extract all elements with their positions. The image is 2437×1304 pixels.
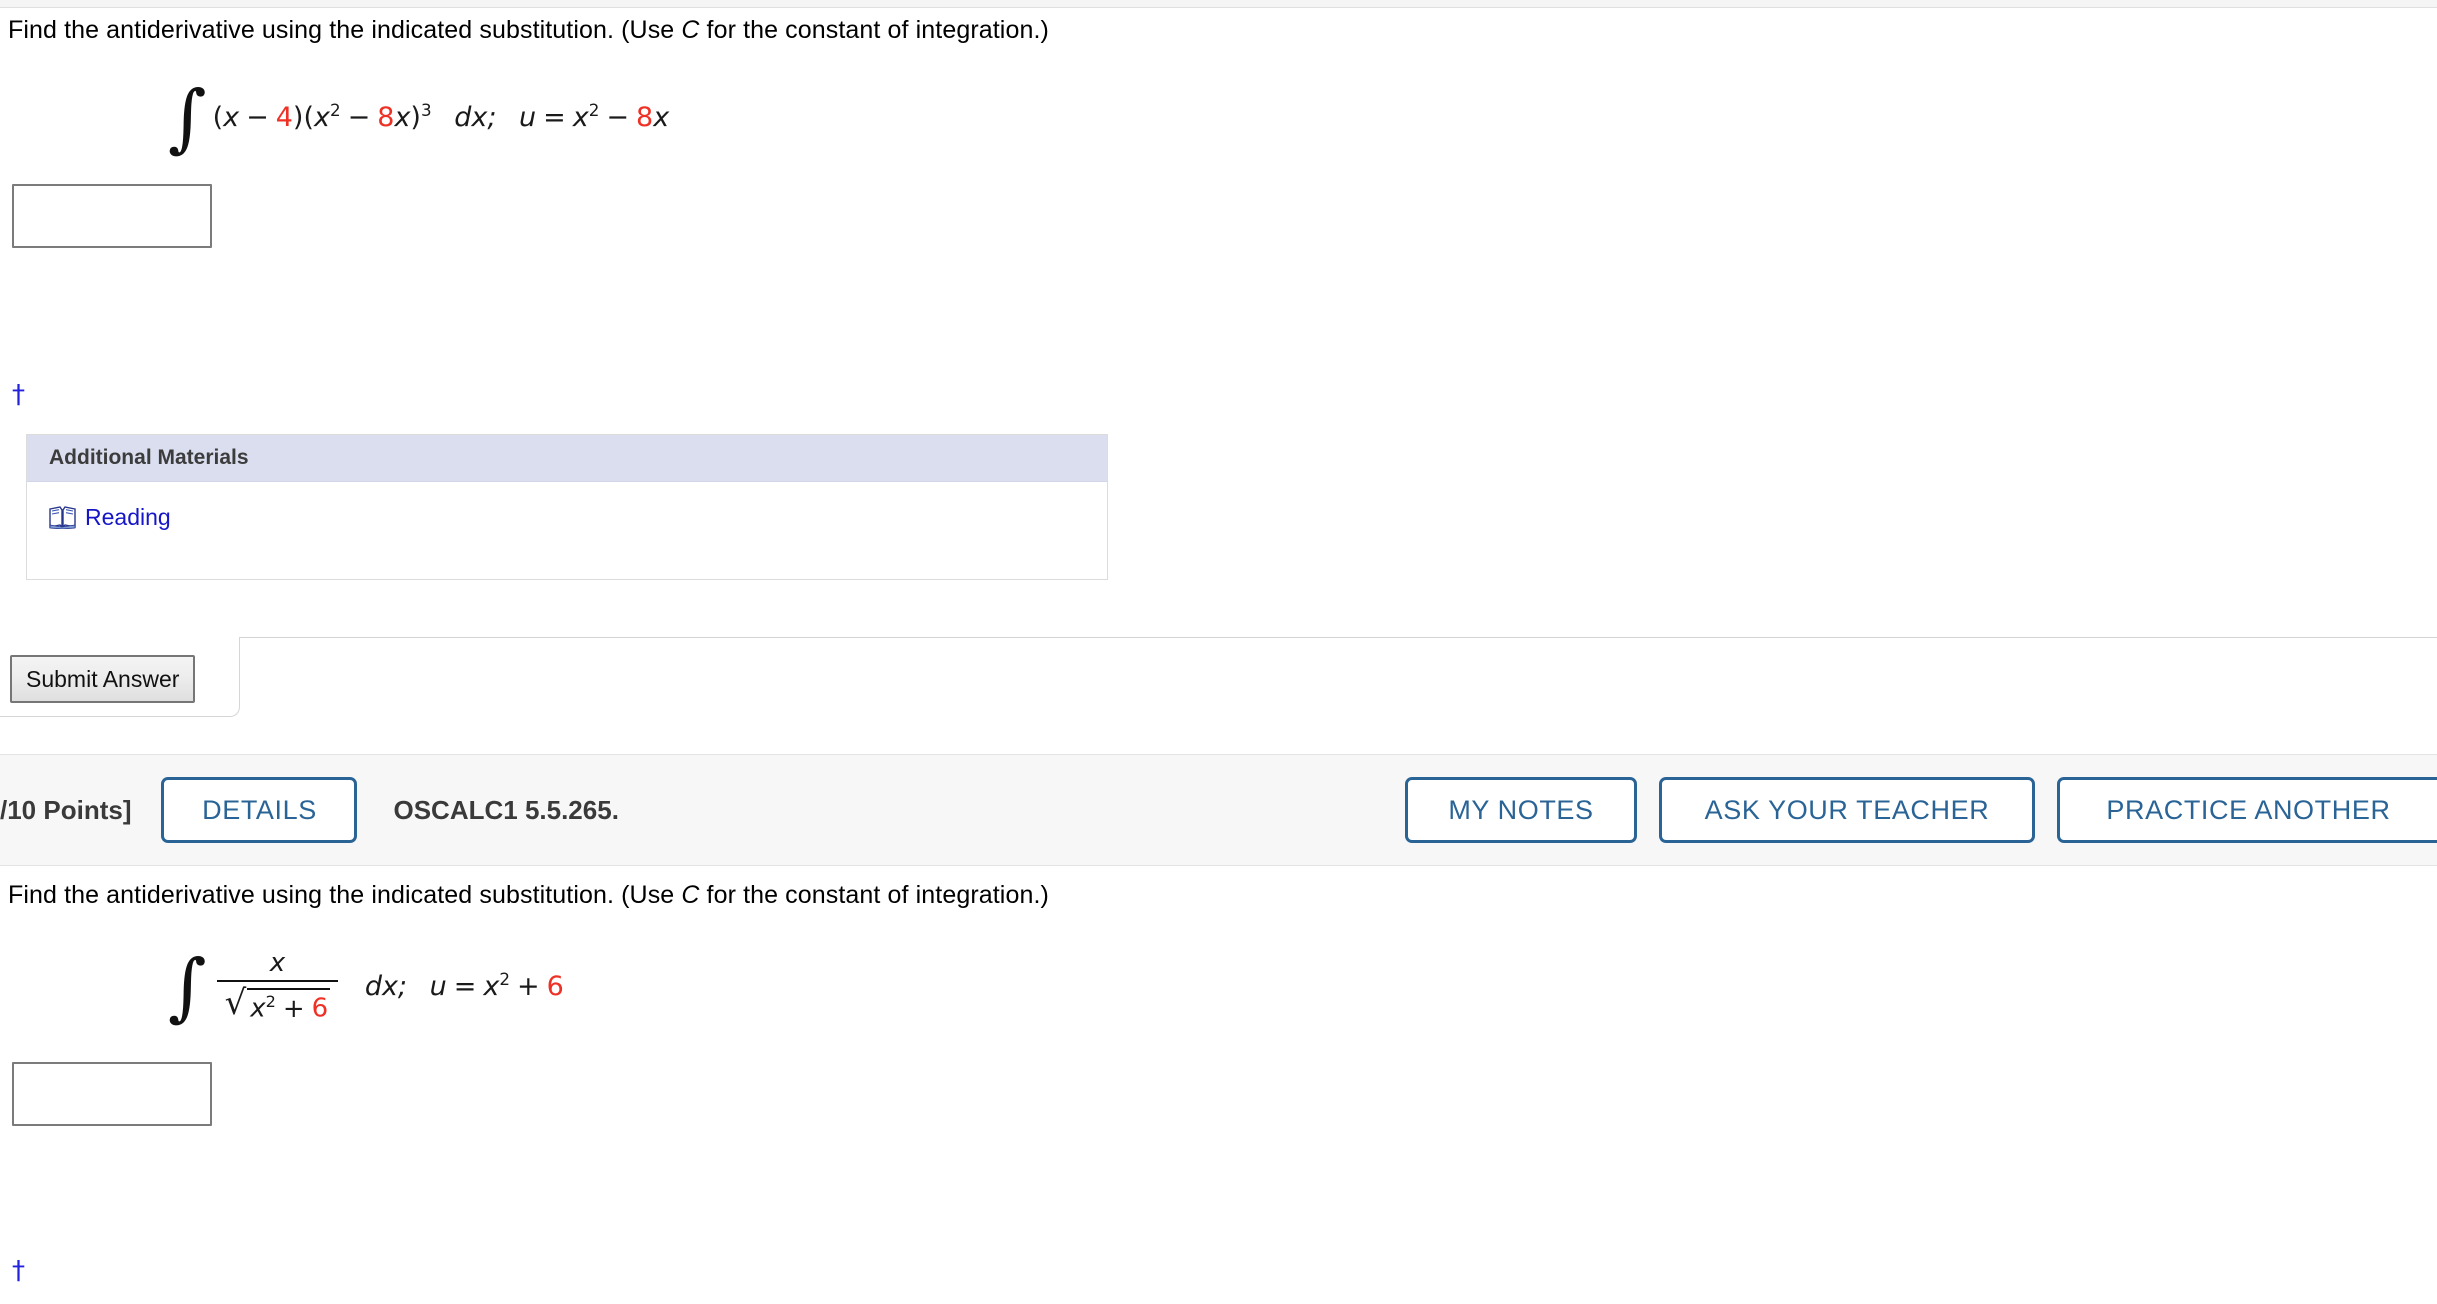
integral-sign-icon-2: ∫ [168, 944, 207, 1031]
practice-another-button[interactable]: PRACTICE ANOTHER [2057, 777, 2437, 843]
fraction-denominator: √ x2 +6 [217, 982, 339, 1024]
equals-op: = [543, 102, 566, 134]
square-root-group: √ x2 +6 [225, 985, 331, 1024]
paren-open: ( [212, 102, 224, 134]
integral-sign-icon: ∫ [168, 75, 207, 161]
u-exponent-2: 2 [499, 969, 511, 990]
coefficient-4: 4 [275, 102, 293, 134]
spacer-3 [342, 971, 365, 1002]
question1-prompt-text-a: Find the antiderivative using the indica… [8, 16, 682, 44]
reading-link-label: Reading [85, 504, 171, 530]
dx-label-2: dx; [364, 971, 408, 1003]
book-icon [49, 506, 76, 529]
question2-header-band: /10 Points] DETAILS OSCALC1 5.5.265. MY … [0, 754, 2437, 866]
question2-integral-expression: ∫ x √ x2 +6 dx; u = x2 +6 [168, 948, 564, 1024]
question2-prompt-text-a: Find the antiderivative using the indica… [8, 881, 682, 909]
plus-op: + [282, 993, 305, 1024]
numerator-var-x: x [269, 948, 286, 978]
additional-materials-header: Additional Materials [27, 435, 1107, 482]
coefficient-8: 8 [377, 102, 395, 134]
ask-your-teacher-button[interactable]: ASK YOUR TEACHER [1659, 777, 2035, 843]
denom-exponent-2: 2 [265, 992, 276, 1011]
fraction-numerator: x [256, 948, 299, 980]
var-x: x [223, 102, 240, 134]
question2-header-actions: MY NOTES ASK YOUR TEACHER PRACTICE ANOTH… [1405, 777, 2437, 843]
question1-prompt-variable: C [681, 16, 700, 44]
question1-prompt-text-b: for the constant of integration.) [699, 16, 1049, 44]
spacer-2 [496, 102, 519, 133]
question1-expression-body: (x −4)(x2−8x)3 dx; u = x2−8x [213, 100, 670, 133]
var-x-3: x [394, 102, 411, 134]
equals-op-2: = [453, 971, 477, 1003]
submit-divider-rule [240, 637, 2437, 638]
question2-answer-input[interactable] [12, 1062, 212, 1126]
additional-materials-panel: Additional Materials Reading [26, 434, 1108, 580]
minus-op: − [246, 102, 269, 134]
u-constant-6: 6 [546, 971, 564, 1003]
question1-prompt: Find the antiderivative using the indica… [8, 16, 1049, 45]
reading-link[interactable]: Reading [49, 504, 171, 531]
my-notes-button[interactable]: MY NOTES [1405, 777, 1637, 843]
u-var-x: x [483, 971, 500, 1003]
assignment-page: Find the antiderivative using the indica… [0, 0, 2437, 1304]
denom-var-x: x [250, 993, 266, 1024]
radicand: x2 +6 [247, 988, 331, 1024]
paren-close-open: )( [292, 102, 314, 134]
question2-dagger-symbol: † [12, 1256, 25, 1286]
plus-op-2: + [517, 971, 540, 1003]
question1-integral-expression: ∫ (x −4)(x2−8x)3 dx; u = x2−8x [168, 75, 670, 161]
exponent-3: 3 [420, 100, 432, 121]
paren-close: ) [410, 102, 421, 134]
additional-materials-body: Reading [27, 482, 1107, 560]
coefficient-8b: 8 [636, 102, 654, 134]
submit-answer-button[interactable]: Submit Answer [10, 655, 196, 703]
top-strip [0, 0, 2437, 8]
var-x-4: x [572, 102, 589, 134]
minus-op-3: − [606, 102, 630, 134]
question2-prompt-text-b: for the constant of integration.) [699, 881, 1049, 909]
details-button[interactable]: DETAILS [161, 777, 358, 843]
radical-icon: √ [224, 983, 247, 1023]
question1-dagger-symbol: † [12, 380, 25, 410]
question2-expression-tail: dx; u = x2 +6 [342, 969, 564, 1002]
spacer-1 [432, 102, 455, 133]
spacer-4 [407, 971, 430, 1002]
question2-points-label: /10 Points] [0, 794, 132, 825]
exponent-2: 2 [329, 100, 341, 121]
fraction: x √ x2 +6 [216, 948, 339, 1024]
var-u: u [519, 102, 537, 134]
question2-prompt-variable: C [681, 881, 700, 909]
dx-label: dx; [454, 102, 497, 134]
question1-answer-input[interactable] [12, 184, 212, 248]
denom-constant-6: 6 [311, 993, 329, 1024]
exponent-2b: 2 [588, 100, 600, 121]
var-u-2: u [429, 971, 447, 1003]
question2-code-label: OSCALC1 5.5.265. [393, 794, 619, 825]
var-x-2: x [313, 102, 330, 134]
var-x-5: x [653, 102, 670, 134]
question2-prompt: Find the antiderivative using the indica… [8, 881, 1049, 910]
minus-op-2: − [347, 102, 371, 134]
